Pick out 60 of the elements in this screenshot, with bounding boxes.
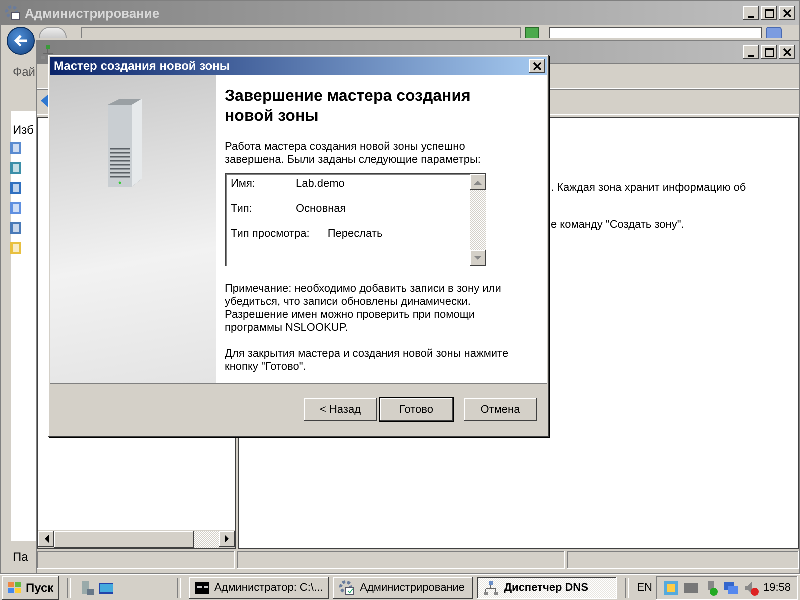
flag-icon	[7, 580, 23, 594]
arrow-icon	[14, 35, 28, 47]
vertical-scrollbar[interactable]	[470, 174, 486, 266]
right-arrow-icon	[224, 535, 230, 543]
folder-icon[interactable]	[9, 141, 22, 155]
horizontal-scrollbar[interactable]	[38, 530, 235, 548]
description-text: . Каждая зона хранит информацию об	[551, 182, 748, 194]
folder-icon[interactable]	[9, 201, 22, 215]
folder-icon[interactable]	[9, 221, 22, 235]
close-button[interactable]	[529, 59, 545, 73]
up-arrow-icon	[474, 180, 482, 184]
close-icon	[782, 8, 792, 18]
console-icon	[195, 582, 210, 594]
monitor-icon[interactable]	[723, 580, 740, 596]
note-text: Примечание: необходимо добавить записи в зону или убедиться, что записи обновлены динамически. Разрешение имен можно проверить при помощи программы NSLOOKUP.	[225, 283, 502, 335]
taskbar-button[interactable]: Администратор: C:\...	[189, 576, 330, 598]
pane-label: Па	[13, 550, 28, 564]
down-arrow-icon	[474, 256, 482, 260]
folder-icon[interactable]	[9, 161, 22, 175]
summary-line: Тип: Основная	[231, 203, 348, 215]
description-text: е команду "Создать зону".	[551, 219, 686, 231]
closing-text: Для закрытия мастера и создания новой зоны нажмите кнопку "Готово".	[225, 348, 510, 374]
wizard-heading: Завершение мастера создания новой зоны	[225, 87, 472, 127]
window-title: Администрирование	[25, 6, 160, 20]
dialog-button[interactable]: Готово	[380, 398, 453, 421]
gear-icon	[339, 580, 356, 596]
gear-icon	[5, 5, 21, 21]
close-icon	[532, 62, 542, 70]
folder-icon[interactable]	[9, 181, 22, 195]
back-button[interactable]	[7, 27, 35, 55]
close-icon	[782, 48, 792, 56]
language-indicator[interactable]: EN	[637, 582, 652, 594]
maximize-icon	[764, 8, 774, 18]
go-button[interactable]	[525, 27, 539, 38]
nav-heading: Изб	[13, 123, 34, 137]
address-field[interactable]	[81, 27, 521, 38]
dialog-title: Мастер создания новой зоны	[54, 59, 230, 73]
clock: 19:58	[763, 582, 791, 594]
intro-text: Работа мастера создания новой зоны успешно завершена. Были заданы следующие параметры:	[225, 141, 482, 167]
start-button[interactable]: Пуск	[2, 576, 59, 600]
minimize-icon	[748, 16, 754, 18]
maximize-button[interactable]	[761, 45, 777, 59]
left-arrow-icon	[44, 535, 48, 543]
minimize-icon	[748, 54, 754, 56]
speaker-icon[interactable]	[743, 580, 760, 596]
minimize-button[interactable]	[743, 6, 759, 20]
maximize-icon	[764, 48, 774, 56]
dialog-button[interactable]: < Назад	[304, 398, 377, 421]
close-button[interactable]	[779, 45, 795, 59]
summary-line: Имя: Lab.demo	[231, 178, 346, 190]
search-field[interactable]	[549, 27, 762, 38]
menu-item[interactable]: Фай	[13, 65, 36, 79]
taskbar-button[interactable]: Администрирование	[333, 576, 474, 598]
maximize-button[interactable]	[761, 6, 777, 20]
minimize-button[interactable]	[743, 45, 759, 59]
search-button[interactable]	[766, 27, 782, 38]
taskbar-button[interactable]: Диспетчер DNS	[477, 576, 618, 598]
close-button[interactable]	[779, 6, 795, 20]
summary-line: Тип просмотра: Переслать	[231, 228, 384, 240]
dialog-button[interactable]: Отмена	[464, 398, 537, 421]
